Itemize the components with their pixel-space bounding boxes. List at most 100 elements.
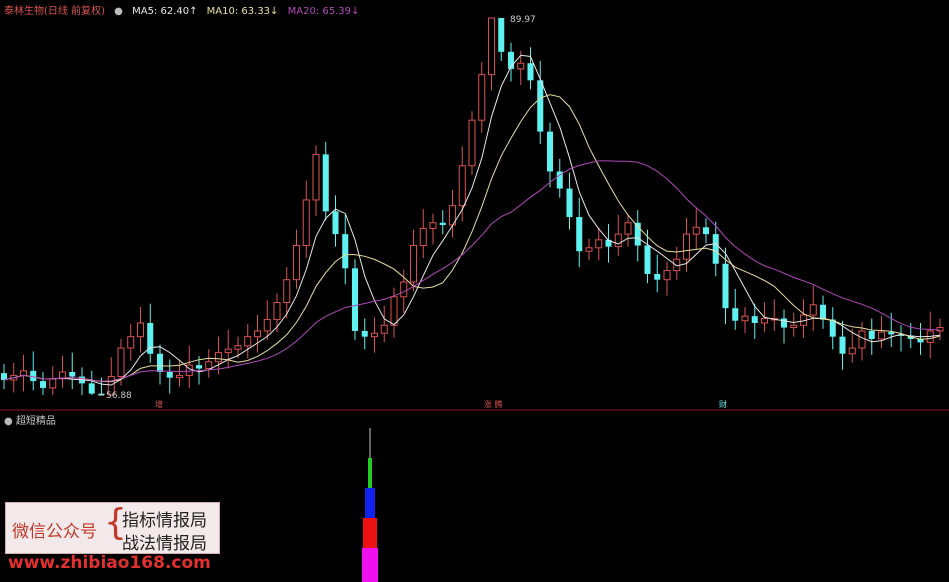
candle-body xyxy=(682,233,691,260)
candle-body xyxy=(49,378,57,389)
candle-body xyxy=(654,274,661,280)
candle-body xyxy=(839,336,846,354)
chart-header: 泰林生物(日线 前复权) ● MA5: 62.40↑ MA10: 63.33↓ … xyxy=(4,2,365,17)
candle-body xyxy=(39,381,47,388)
candle-body xyxy=(292,245,301,281)
candle-body xyxy=(498,18,505,52)
candle-body xyxy=(790,324,798,329)
candle-body xyxy=(419,227,427,247)
stock-chart[interactable]: 89.97 56.88 增 涨 腾 财 xyxy=(0,0,949,582)
indicator-dot-icon[interactable]: ● xyxy=(4,416,13,427)
candle-body xyxy=(205,361,213,370)
candle-body xyxy=(439,222,446,226)
candle-body xyxy=(253,330,262,338)
candle-body xyxy=(741,315,749,322)
candle-body xyxy=(302,199,310,247)
candlestick-series xyxy=(0,17,944,396)
candle-body xyxy=(214,352,223,363)
candle-body xyxy=(663,270,671,281)
watermark-right-2: 战法情报局 xyxy=(122,534,207,554)
watermark-right-1: 指标情报局 xyxy=(122,511,207,531)
candle-body xyxy=(234,345,242,350)
indicator-green xyxy=(368,458,372,488)
candle-body xyxy=(576,217,583,252)
candle-body xyxy=(732,308,739,321)
candle-body xyxy=(760,317,769,324)
candle-body xyxy=(624,222,632,235)
candle-body xyxy=(537,80,544,132)
candle-body xyxy=(263,319,271,332)
indicator-stacked-bar xyxy=(362,428,378,582)
candle-body xyxy=(273,301,281,321)
candle-body xyxy=(751,316,758,323)
candle-body xyxy=(566,188,573,218)
candle-body xyxy=(546,131,554,172)
candle-body xyxy=(868,330,875,339)
candle-body xyxy=(809,304,817,316)
candle-body xyxy=(244,336,252,347)
candle-body xyxy=(69,371,76,377)
candle-body xyxy=(877,331,886,340)
candle-body xyxy=(702,227,710,235)
candle-body xyxy=(478,74,486,121)
candle-body xyxy=(722,263,729,309)
indicator-blue xyxy=(365,488,375,518)
candle-body xyxy=(527,63,534,81)
watermark-left: 微信公众号 xyxy=(12,522,97,542)
candle-body xyxy=(468,119,476,167)
candle-body xyxy=(380,324,388,334)
moving-average-lines xyxy=(3,54,941,386)
watermark-url: www.zhibiao168.com xyxy=(8,553,211,573)
candle-body xyxy=(342,234,349,269)
candle-body xyxy=(487,17,496,76)
candle-body xyxy=(409,245,418,283)
candle-body xyxy=(644,245,651,275)
candle-body xyxy=(0,373,8,380)
candle-body xyxy=(283,279,291,303)
candle-body xyxy=(614,233,622,248)
candle-body xyxy=(136,322,145,338)
candle-body xyxy=(195,365,203,369)
low-price-label: 56.88 xyxy=(106,391,132,401)
ma5-line xyxy=(3,54,941,386)
candle-body xyxy=(322,154,329,212)
candle-body xyxy=(351,268,359,331)
ma-dot-icon[interactable]: ● xyxy=(114,6,123,17)
indicator-magenta xyxy=(362,548,378,582)
candle-body xyxy=(780,318,788,328)
candle-body xyxy=(848,347,856,355)
ma5-label: MA5: 62.40↑ xyxy=(132,6,198,17)
candle-body xyxy=(595,239,603,249)
candle-body xyxy=(332,211,339,235)
candle-body xyxy=(458,165,466,207)
candle-body xyxy=(224,348,232,354)
candle-body xyxy=(585,247,593,252)
date-label-3: 财 xyxy=(719,399,727,409)
candle-body xyxy=(19,370,28,376)
candle-body xyxy=(156,353,164,372)
indicator-panel-header: ● 超短精品 xyxy=(4,412,56,427)
candle-body xyxy=(692,226,700,235)
candle-body xyxy=(117,347,125,378)
candle-body xyxy=(312,153,320,201)
candle-body xyxy=(370,332,379,338)
candle-body xyxy=(819,304,827,320)
candle-body xyxy=(400,281,408,298)
indicator-red xyxy=(363,518,377,548)
candle-body xyxy=(30,370,37,382)
high-price-label: 89.97 xyxy=(510,15,536,25)
ma10-label: MA10: 63.33↓ xyxy=(206,6,279,17)
high-price-marker: 89.97 xyxy=(510,15,536,25)
indicator-title: 超短精品 xyxy=(15,416,56,427)
candle-body xyxy=(390,296,398,326)
candle-body xyxy=(429,222,437,229)
candle-body xyxy=(888,332,895,335)
candle-body xyxy=(361,330,368,337)
date-label-1: 增 xyxy=(155,399,163,409)
ma20-label: MA20: 65.39↓ xyxy=(287,6,360,17)
ma20-line xyxy=(3,160,941,382)
stock-title: 泰林生物(日线 前复权) xyxy=(4,6,105,17)
candle-body xyxy=(88,383,95,394)
date-label-2: 涨 腾 xyxy=(484,399,503,409)
watermark-box: 微信公众号 { 指标情报局 战法情报局 xyxy=(5,502,220,554)
